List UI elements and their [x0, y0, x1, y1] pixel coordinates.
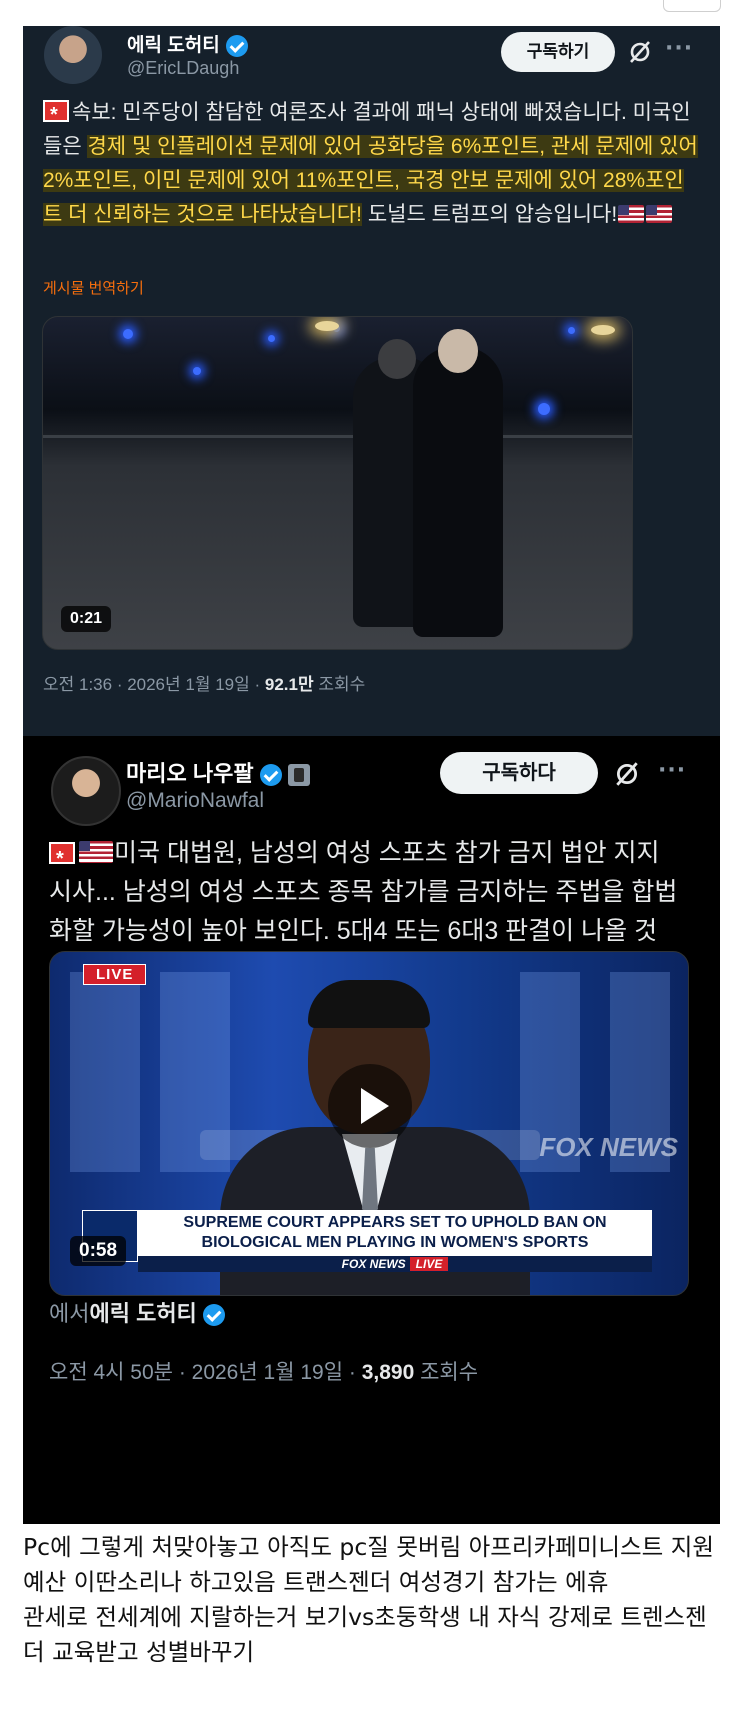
runway-light [591, 325, 615, 335]
runway-light [193, 367, 201, 375]
tweet-timestamp[interactable]: 오전 1:36 · 2026년 1월 19일 · 92.1만 조회수 [43, 670, 365, 695]
translate-post-link[interactable]: 게시물 번역하기 [43, 277, 144, 298]
studio-background [70, 972, 140, 1172]
subscribe-button[interactable]: 구독하기 [501, 32, 615, 72]
studio-wall-text: FOX NEWS [539, 1132, 678, 1162]
grok-icon[interactable] [613, 760, 641, 788]
chyron-headline: SUPREME COURT APPEARS SET TO UPHOLD BAN … [138, 1210, 652, 1256]
author-name[interactable]: 마리오 나우팔 [126, 761, 254, 786]
source-author-name[interactable]: 에릭 도허티 [89, 1301, 196, 1326]
views-count: 3,890 [361, 1361, 415, 1384]
video-player[interactable]: LIVE FOX NEWS SUPREME COURT APPEARS SET … [49, 951, 689, 1296]
video-scene [43, 435, 632, 438]
runway-light [538, 403, 550, 415]
chyron-footer: FOX NEWS LIVE [138, 1256, 652, 1272]
verified-badge-icon [225, 34, 248, 57]
comment-line: Pc에 그렇게 처맞아놓고 아직도 pc질 못버림 아프리카페미니스트 지원예산… [23, 1533, 714, 1596]
news-chyron: SUPREME COURT APPEARS SET TO UPHOLD BAN … [82, 1210, 652, 1272]
comment-line: 관세로 전세계에 지랄하는거 보기vs초둥학생 내 자식 강제로 트렌스젠더 교… [23, 1603, 707, 1666]
source-attribution[interactable]: 에서에릭 도허티 [49, 1296, 225, 1328]
tweet-timestamp[interactable]: 오전 4시 50분 · 2026년 1월 19일 · 3,890 조회수 [49, 1356, 478, 1386]
person-head [378, 339, 416, 379]
user-comment: Pc에 그렇게 처맞아놓고 아직도 pc질 못버림 아프리카페미니스트 지원예산… [23, 1530, 723, 1670]
video-player[interactable]: 0:21 [42, 316, 633, 650]
siren-emoji-icon [49, 840, 75, 879]
tweet-text: 속보: 민주당이 참담한 여론조사 결과에 패닉 상태에 빠졌습니다. 미국인들… [43, 96, 703, 232]
verified-badge-icon [259, 764, 282, 787]
author-handle[interactable]: @MarioNawfal [126, 789, 264, 813]
verified-badge-icon [202, 1304, 225, 1327]
more-icon[interactable]: ··· [665, 36, 693, 61]
live-tag: LIVE [83, 964, 147, 985]
person-silhouette [413, 347, 503, 637]
automated-badge-icon [287, 764, 310, 787]
tweet-mario-nawfal: 마리오 나우팔 @MarioNawfal 구독하다 ··· 미국 대법원, 남성… [23, 736, 720, 1524]
video-duration: 0:58 [70, 1236, 127, 1266]
author-name-row[interactable]: 마리오 나우팔 [126, 756, 310, 788]
siren-emoji-icon [43, 98, 69, 132]
runway-light [568, 327, 575, 334]
views-count: 92.1만 [264, 675, 314, 694]
top-edge-button[interactable] [663, 0, 721, 12]
news-anchor [308, 980, 430, 1028]
tweet-eric-daugherty: 에릭 도허티 @EricLDaugh 구독하기 ··· 속보: 민주당이 참담한… [23, 26, 720, 736]
author-name[interactable]: 에릭 도허티 [127, 35, 220, 56]
avatar[interactable] [44, 26, 102, 84]
play-icon[interactable] [328, 1064, 412, 1148]
runway-light [315, 321, 339, 331]
grok-icon[interactable] [627, 39, 653, 65]
person-head [438, 329, 478, 373]
more-icon[interactable]: ··· [658, 758, 686, 783]
author-handle[interactable]: @EricLDaugh [127, 58, 239, 79]
runway-light [268, 335, 275, 342]
author-name-row[interactable]: 에릭 도허티 [127, 30, 248, 57]
us-flag-emoji-icon [618, 205, 645, 223]
subscribe-button[interactable]: 구독하다 [440, 752, 598, 794]
us-flag-emoji-icon [646, 205, 673, 223]
avatar[interactable] [51, 756, 121, 826]
runway-light [123, 329, 133, 339]
top-edge [0, 0, 743, 26]
video-duration: 0:21 [61, 606, 112, 632]
us-flag-emoji-icon [79, 841, 113, 863]
